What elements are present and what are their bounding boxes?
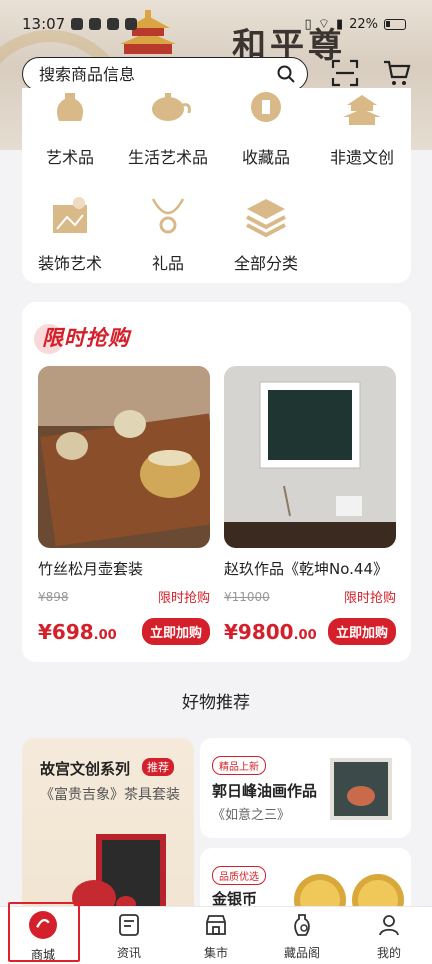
status-time: 13:07 [22,15,66,33]
coin-icon [251,92,281,122]
category-item-heritage[interactable]: 非遗文创 [314,88,410,168]
cart-icon[interactable] [382,58,412,88]
category-item-gifts[interactable]: 礼品 [120,194,216,274]
recommend-tag-badge: 推荐 [142,758,174,776]
signal-icon: ▮ [335,16,344,32]
layers-icon [246,199,286,238]
wifi-icon: ⌔ [317,17,330,32]
category-item-all[interactable]: 全部分类 [218,194,314,274]
category-label: 艺术品 [45,148,94,167]
app-notification-icon [89,18,102,30]
pagoda-icon [343,95,381,125]
product-card-teaset[interactable]: 竹丝松月壶套装 ¥898 限时抢购 ¥698.00 立即加购 [38,366,210,645]
category-item-life-art[interactable]: 生活艺术品 [120,88,216,168]
flash-sale-card: 限时抢购 竹丝松月壶套装 ¥898 限时抢购 ¥698.00 立即加购 赵玖作品… [22,302,411,662]
product-name: 赵玖作品《乾坤No.44》 [224,560,388,578]
product-card-painting[interactable]: 赵玖作品《乾坤No.44》 ¥11000 限时抢购 ¥9800.00 立即加购 [224,366,396,645]
category-item-decor[interactable]: 装饰艺术 [22,194,118,274]
add-to-cart-button[interactable]: 立即加购 [141,618,210,645]
tab-label: 藏品阁 [283,946,320,960]
news-icon [119,914,139,936]
recommend-card-subtitle: 《如意之三》 [212,808,291,823]
scan-icon[interactable] [330,58,360,88]
app-notification-icon [125,18,138,30]
teapot-icon [152,93,191,121]
search-input[interactable] [39,64,277,84]
battery-icon [384,18,406,30]
vase-icon [57,93,83,121]
category-label: 生活艺术品 [127,148,208,167]
category-label: 全部分类 [233,254,298,273]
necklace-icon [151,198,185,234]
recommend-card-title: 郭日峰油画作品 [212,782,318,800]
flash-sale-title: 限时抢购 [42,326,130,350]
product-image[interactable] [224,366,396,548]
product-price-cents: .00 [93,627,117,643]
market-icon [206,915,226,935]
tab-label: 资讯 [116,946,141,960]
recommend-tag-badge: 精品上新 [212,756,266,775]
painting-thumbnail [330,758,392,820]
tab-market[interactable]: 集市 [173,907,259,964]
product-price-main: ¥9800 [224,619,294,644]
vibrate-icon: ▯ [304,16,312,32]
bottom-tab-bar: 商城 资讯 集市 藏品阁 我的 [0,906,432,964]
search-bar[interactable] [22,57,308,91]
app-notification-icon [71,18,84,30]
battery-percent: 22% [349,16,378,32]
product-price: ¥698.00 [38,620,117,644]
product-price-main: ¥698 [38,619,94,644]
tab-label: 我的 [376,946,401,960]
search-icon[interactable] [277,65,295,83]
tiktok-icon [107,18,120,30]
collection-icon [294,914,310,936]
product-name: 竹丝松月壶套装 [38,560,144,578]
recommend-section-title: 好物推荐 [182,693,250,713]
recommend-card-title: 故宫文创系列 [40,760,131,778]
recommend-tag-badge: 品质优选 [212,866,266,885]
profile-icon [379,915,399,936]
recommend-card-subtitle: 《富贵吉象》茶具套装 [40,787,180,803]
tab-collection[interactable]: 藏品阁 [259,907,345,964]
mall-icon [29,911,57,939]
product-image[interactable] [38,366,210,548]
product-price: ¥9800.00 [224,620,317,644]
category-label: 装饰艺术 [37,254,102,273]
category-item-art[interactable]: 艺术品 [22,88,118,168]
category-label: 非遗文创 [329,148,394,167]
tab-news[interactable]: 资讯 [86,907,172,964]
frame-icon [53,197,87,233]
product-flash-flag: 限时抢购 [343,591,396,606]
category-item-collectibles[interactable]: 收藏品 [218,88,314,168]
tab-label: 集市 [203,946,228,960]
tab-profile[interactable]: 我的 [346,907,432,964]
category-label: 收藏品 [241,148,290,167]
product-old-price: ¥898 [38,589,69,604]
category-card: 艺术品 生活艺术品 收藏品 非遗文创 装饰艺术 礼品 全部分类 [22,88,411,283]
category-label: 礼品 [151,254,184,273]
product-old-price: ¥11000 [224,589,270,604]
recommend-card-painting[interactable]: 精品上新 郭日峰油画作品 《如意之三》 [200,738,411,838]
product-flash-flag: 限时抢购 [157,591,210,606]
status-bar: 13:07 ▯ ⌔ ▮ 22% [0,0,432,48]
tab-mall[interactable]: 商城 [0,907,86,964]
product-price-cents: .00 [293,627,317,643]
recommend-card-palace[interactable]: 故宫文创系列 推荐 《富贵吉象》茶具套装 [22,738,194,918]
tab-label: 商城 [30,948,55,962]
add-to-cart-button[interactable]: 立即加购 [327,618,396,645]
